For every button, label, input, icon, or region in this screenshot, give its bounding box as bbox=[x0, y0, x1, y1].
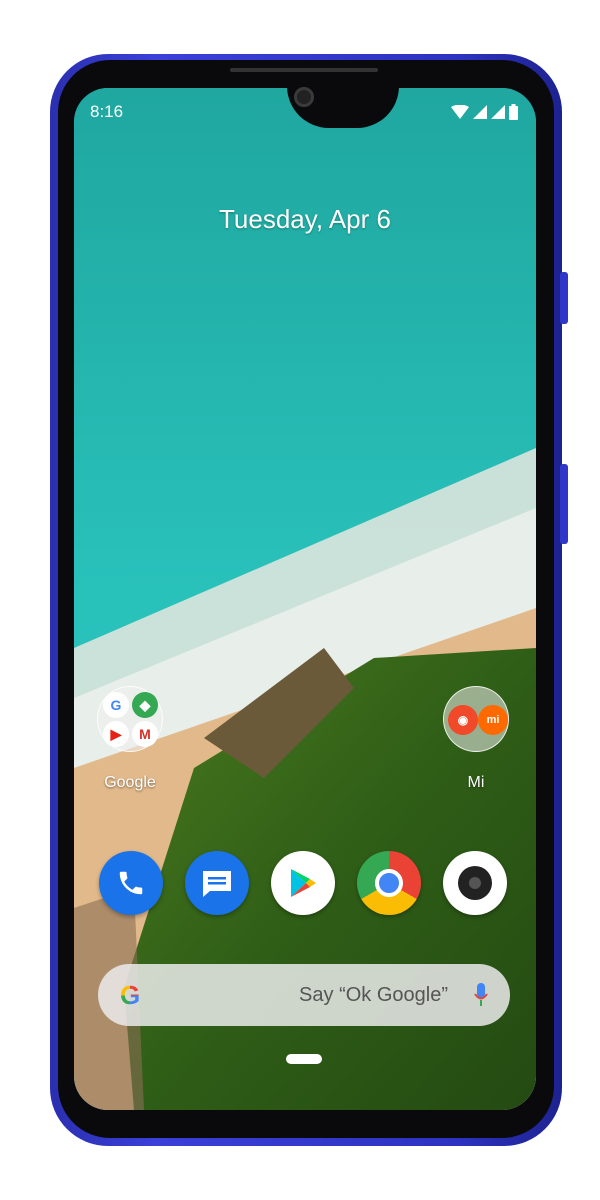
folder-label: Mi bbox=[467, 774, 485, 791]
signal-icon bbox=[491, 105, 505, 119]
earpiece-speaker bbox=[230, 68, 378, 72]
chrome-app-icon[interactable] bbox=[357, 851, 421, 915]
messages-app-icon[interactable] bbox=[185, 851, 249, 915]
maps-icon: ◆ bbox=[132, 692, 158, 718]
youtube-icon: ▶ bbox=[103, 721, 129, 747]
volume-button bbox=[560, 272, 568, 324]
microphone-icon[interactable] bbox=[474, 983, 488, 1007]
date-widget[interactable]: Tuesday, Apr 6 bbox=[74, 204, 536, 235]
battery-icon bbox=[509, 104, 518, 120]
google-icon: G bbox=[103, 692, 129, 718]
front-camera bbox=[294, 87, 314, 107]
gmail-icon: M bbox=[132, 721, 158, 747]
google-g-icon: G bbox=[120, 979, 141, 1010]
power-button bbox=[560, 464, 568, 544]
mi-community-icon: ◉ bbox=[448, 705, 478, 735]
phone-app-icon[interactable] bbox=[99, 851, 163, 915]
home-screen: 8:16 Tuesday, Apr 6 G ◆ ▶ M Google ◉ mi … bbox=[74, 88, 536, 1110]
google-search-bar[interactable]: G Say “Ok Google” bbox=[98, 964, 510, 1026]
camera-app-icon[interactable] bbox=[443, 851, 507, 915]
play-store-app-icon[interactable] bbox=[271, 851, 335, 915]
folder-mi[interactable]: ◉ mi bbox=[443, 686, 509, 752]
signal-icon bbox=[473, 105, 487, 119]
folder-google[interactable]: G ◆ ▶ M bbox=[97, 686, 163, 752]
home-gesture-pill[interactable] bbox=[286, 1054, 322, 1064]
wifi-icon bbox=[451, 105, 469, 119]
mi-store-icon: mi bbox=[478, 705, 508, 735]
wallpaper bbox=[74, 88, 536, 1110]
folder-label: Google bbox=[104, 774, 156, 791]
search-placeholder: Say “Ok Google” bbox=[299, 983, 448, 1006]
clock: 8:16 bbox=[90, 102, 124, 121]
